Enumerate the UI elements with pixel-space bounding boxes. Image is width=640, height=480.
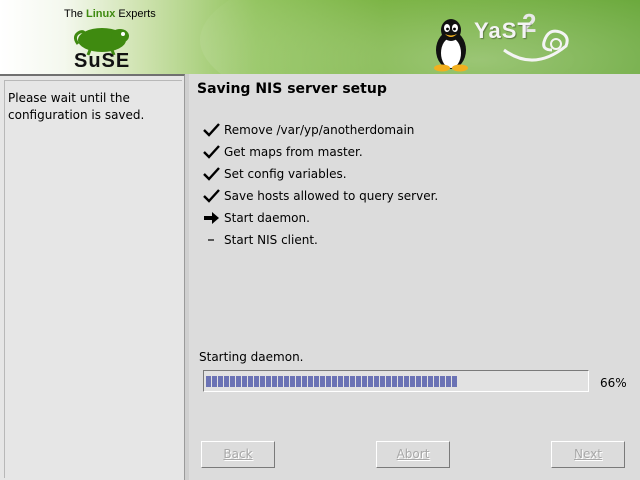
page-title: Saving NIS server setup [197, 81, 387, 97]
step-label: Set config variables. [224, 167, 347, 181]
help-frame [4, 80, 182, 478]
tagline-suffix: Experts [115, 8, 156, 20]
yast-brand: YaST [474, 18, 532, 43]
step-label: Remove /var/yp/anotherdomain [224, 123, 415, 137]
checkmark-icon [203, 188, 221, 204]
step-label: Start NIS client. [224, 233, 318, 247]
next-button[interactable]: Next [551, 441, 625, 468]
checkmark-icon [203, 144, 221, 160]
abort-button[interactable]: Abort [376, 441, 450, 468]
help-panel: Please wait until the configuration is s… [0, 74, 185, 480]
step-label: Get maps from master. [224, 145, 363, 159]
progress-bar [203, 370, 589, 392]
step-label: Start daemon. [224, 211, 310, 225]
banner-swoosh [200, 0, 640, 74]
suse-brand: SuSE [74, 50, 131, 72]
step-label: Save hosts allowed to query server. [224, 189, 439, 203]
arrow-right-icon [203, 210, 221, 226]
dash-icon [203, 232, 221, 248]
checkmark-icon [203, 166, 221, 182]
main-content: Saving NIS server setup Remove /var/yp/a… [189, 74, 640, 480]
tagline-highlight: Linux [86, 8, 116, 20]
checkmark-icon [203, 122, 221, 138]
tagline-prefix: The [64, 8, 87, 20]
help-text: Please wait until the configuration is s… [8, 91, 145, 122]
header-banner: The Linux Experts SuSE 2 YaST [0, 0, 640, 74]
back-button[interactable]: Back [201, 441, 275, 468]
tagline: The Linux Experts [64, 8, 156, 20]
progress-percent: 66% [600, 376, 627, 390]
tux-penguin-icon [434, 19, 468, 72]
progress-bar-fill [206, 376, 458, 387]
progress-label: Starting daemon. [199, 350, 304, 364]
